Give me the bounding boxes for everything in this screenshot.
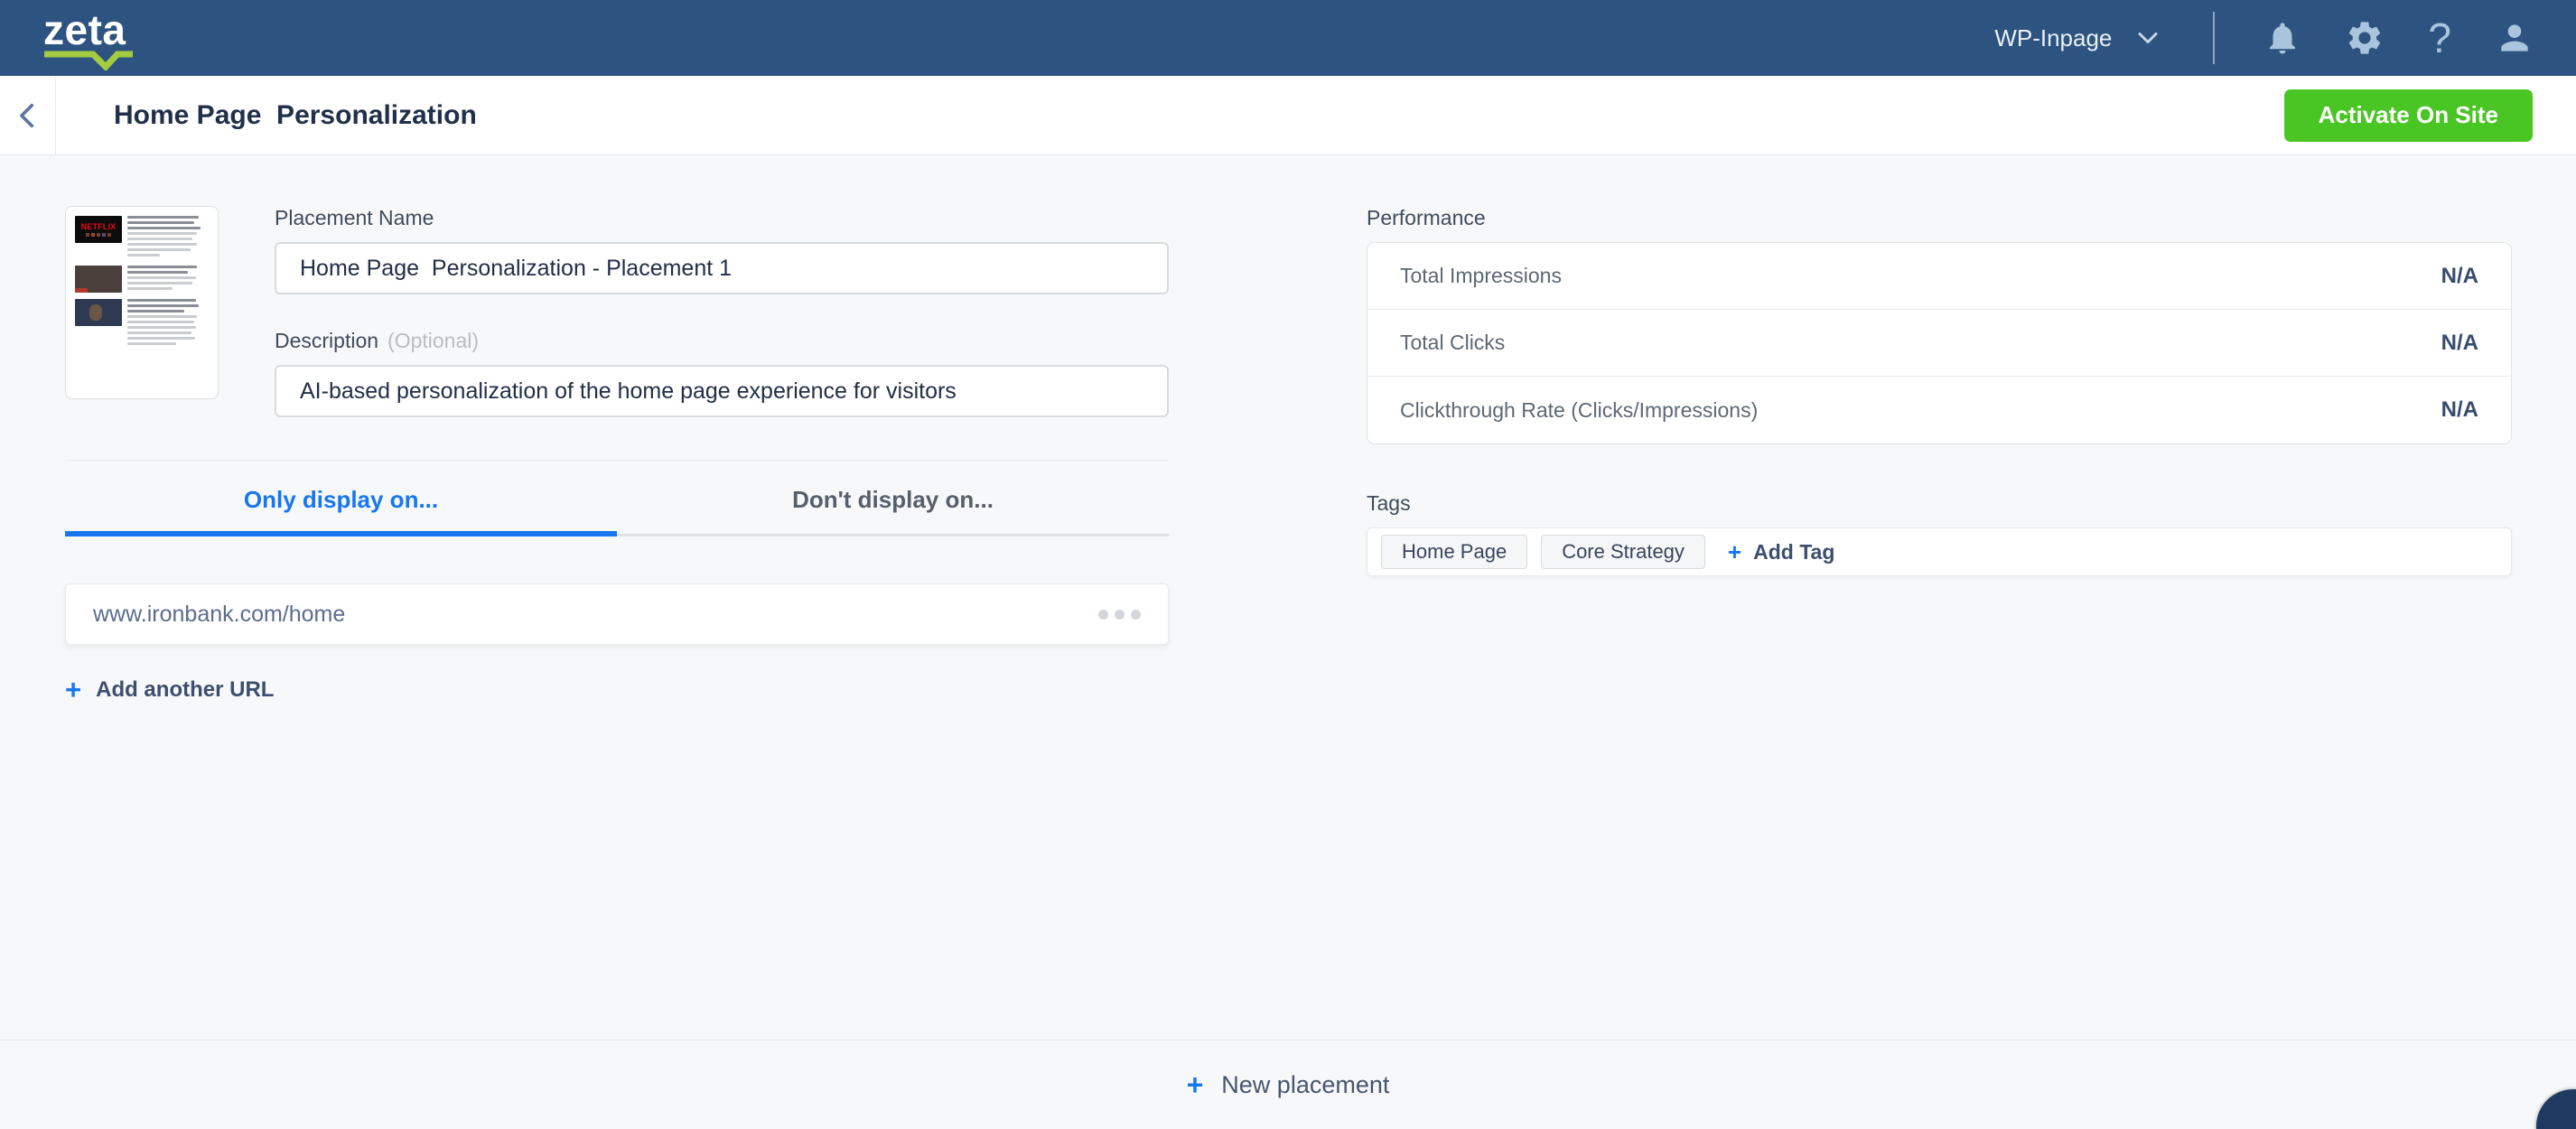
back-button[interactable]	[0, 76, 56, 154]
placement-fields: Placement Name Description(Optional)	[275, 206, 1169, 417]
metric-label: Clickthrough Rate (Clicks/Impressions)	[1400, 398, 1758, 423]
preview-article	[75, 266, 209, 293]
add-another-url-label: Add another URL	[96, 677, 274, 703]
page-header: Home Page Personalization Activate On Si…	[0, 76, 2576, 155]
performance-label: Performance	[1367, 206, 2512, 230]
preview-article-image	[75, 299, 122, 326]
performance-row: Total Clicks N/A	[1367, 310, 2511, 377]
zeta-logo-underline-icon	[43, 51, 134, 70]
add-tag-button[interactable]: + Add Tag	[1728, 540, 1834, 564]
zeta-logo-text: zeta	[43, 10, 126, 50]
description-label: Description(Optional)	[275, 329, 1169, 353]
new-placement-label: New placement	[1221, 1071, 1389, 1099]
url-text: www.ironbank.com/home	[93, 602, 1097, 628]
optional-hint: (Optional)	[387, 329, 479, 352]
preview-article	[75, 299, 209, 348]
plus-icon: +	[1728, 540, 1741, 564]
placement-preview-thumbnail[interactable]: NETFLIX	[65, 206, 219, 399]
zeta-logo[interactable]: zeta	[43, 10, 134, 70]
tab-only-display-on[interactable]: Only display on...	[65, 462, 617, 537]
top-navbar: zeta WP-Inpage	[0, 0, 2576, 76]
performance-card: Total Impressions N/A Total Clicks N/A C…	[1367, 242, 2512, 444]
tags-label: Tags	[1367, 491, 2512, 516]
workspace-name: WP-Inpage	[1994, 24, 2112, 52]
display-rules-tabs: Only display on... Don't display on...	[65, 460, 1169, 537]
chevron-left-icon	[13, 100, 43, 131]
performance-row: Clickthrough Rate (Clicks/Impressions) N…	[1367, 377, 2511, 443]
plus-icon: +	[65, 676, 81, 704]
performance-section: Performance Total Impressions N/A Total …	[1367, 206, 2512, 704]
preview-article: NETFLIX	[75, 216, 209, 259]
url-row[interactable]: www.ironbank.com/home	[65, 583, 1169, 645]
description-input[interactable]	[275, 365, 1169, 417]
navbar-actions: WP-Inpage ?	[1994, 12, 2534, 64]
metric-label: Total Clicks	[1400, 331, 1505, 355]
help-icon: ?	[2428, 17, 2451, 59]
placement-name-label: Placement Name	[275, 206, 1169, 230]
metric-value: N/A	[2441, 397, 2478, 423]
add-another-url-button[interactable]: + Add another URL	[65, 676, 274, 704]
add-tag-label: Add Tag	[1753, 540, 1834, 564]
placement-name-input[interactable]	[275, 242, 1169, 294]
plus-icon: +	[1187, 1070, 1204, 1099]
settings-button[interactable]	[2345, 18, 2385, 58]
main-content: NETFLIX	[0, 155, 2576, 704]
page-title: Home Page Personalization	[114, 100, 477, 131]
netflix-logo-text: NETFLIX	[81, 222, 117, 231]
url-options-ellipsis-icon[interactable]	[1097, 602, 1143, 627]
metric-label: Total Impressions	[1400, 264, 1562, 288]
account-button[interactable]	[2495, 18, 2534, 58]
tag-chip[interactable]: Home Page	[1381, 535, 1527, 569]
preview-article-image: NETFLIX	[75, 216, 122, 243]
notifications-button[interactable]	[2263, 19, 2301, 57]
metric-value: N/A	[2441, 331, 2478, 356]
activate-on-site-button[interactable]: Activate On Site	[2284, 89, 2533, 142]
page-footer: + New placement	[0, 1040, 2576, 1129]
new-placement-button[interactable]: + New placement	[1187, 1070, 1390, 1099]
preview-article-image	[75, 266, 122, 293]
performance-row: Total Impressions N/A	[1367, 243, 2511, 310]
gear-icon	[2345, 18, 2385, 58]
tags-card: Home Page Core Strategy + Add Tag	[1367, 527, 2512, 576]
tag-chip[interactable]: Core Strategy	[1541, 535, 1705, 569]
help-button[interactable]: ?	[2428, 17, 2451, 59]
bell-icon	[2263, 19, 2301, 57]
app-root: zeta WP-Inpage	[0, 0, 2576, 1129]
chevron-down-icon	[2132, 22, 2164, 54]
tab-dont-display-on[interactable]: Don't display on...	[617, 462, 1169, 537]
metric-value: N/A	[2441, 264, 2478, 289]
placement-settings-section: NETFLIX	[65, 206, 1169, 704]
user-icon	[2495, 18, 2534, 58]
workspace-selector[interactable]: WP-Inpage	[1994, 22, 2164, 54]
navbar-divider	[2213, 12, 2215, 64]
